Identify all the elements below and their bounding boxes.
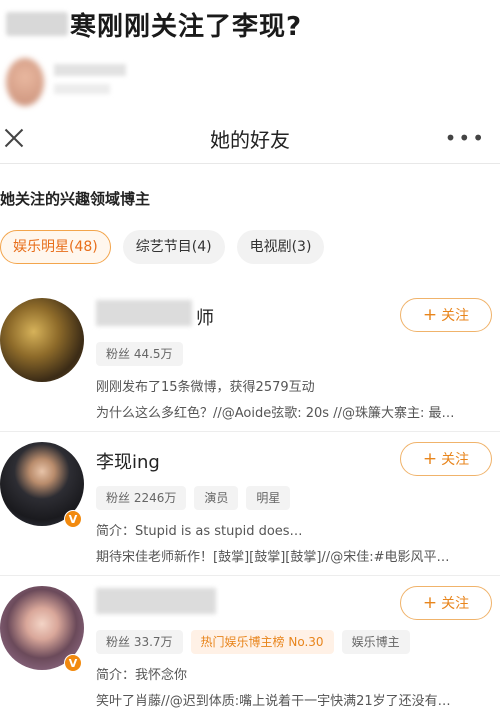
post-headline: 寒刚刚关注了李现?	[0, 0, 500, 48]
tag-label: 演员	[194, 486, 239, 510]
follow-button[interactable]: + 关注	[400, 298, 492, 332]
tag-label: 娱乐博主	[341, 630, 410, 654]
follow-button[interactable]: + 关注	[400, 442, 492, 476]
follow-button[interactable]: + 关注	[400, 586, 492, 620]
username-blurred	[96, 300, 192, 326]
plus-icon: +	[422, 593, 438, 613]
plus-icon: +	[422, 449, 438, 469]
activity-text: 刚刚发布了15条微博，获得2579互动	[96, 380, 315, 395]
category-tabs: 娱乐明星(48) 综艺节目(4) 电视剧(3)	[0, 230, 325, 270]
tab-variety-shows[interactable]: 综艺节目(4)	[122, 230, 225, 264]
latest-post-text[interactable]: 期待宋佳老师新作！[鼓掌][鼓掌][鼓掌]//@宋佳:#电影风平…	[96, 546, 486, 565]
navbar: 她的好友 •••	[0, 112, 500, 164]
friends-panel: 她的好友 ••• 她关注的兴趣领域博主 娱乐明星(48) 综艺节目(4) 电视剧…	[0, 112, 500, 712]
username[interactable]: 李现ing	[96, 448, 160, 474]
user-tags: 粉丝 44.5万	[96, 342, 183, 366]
headline-text: 寒刚刚关注了李现?	[70, 11, 303, 42]
user-tags: 粉丝 33.7万 热门娱乐博主榜 No.30 娱乐博主	[96, 630, 410, 654]
follower-count: 粉丝 33.7万	[96, 630, 183, 654]
tag-label: 明星	[246, 486, 291, 510]
list-item[interactable]: V 李现ing + 关注 粉丝 2246万 演员 明星 简介：Stupid is …	[0, 436, 500, 576]
username[interactable]: 师	[196, 304, 214, 330]
tab-entertainment-stars[interactable]: 娱乐明星(48)	[0, 230, 111, 264]
user-tags: 粉丝 2246万 演员 明星	[96, 486, 291, 510]
follow-label: 关注	[441, 452, 470, 468]
blurred-prefix	[6, 12, 68, 36]
plus-icon: +	[422, 305, 438, 325]
follow-label: 关注	[441, 596, 470, 612]
follower-count: 粉丝 44.5万	[96, 342, 183, 366]
latest-post-text[interactable]: 笑叶了肖藤//@迟到体质:嘴上说着干一宇快满21岁了还没有…	[96, 690, 486, 709]
username-suffix: 师	[196, 308, 214, 329]
list-item[interactable]: 师 + 关注 粉丝 44.5万 刚刚发布了15条微博，获得2579互动 为什么这么…	[0, 292, 500, 432]
ranking-badge[interactable]: 热门娱乐博主榜 No.30	[190, 630, 334, 654]
username-blurred	[96, 588, 216, 614]
latest-post-text[interactable]: 为什么这么多红色？//@Aoide弦歌: 20s //@珠簾大寨主: 最…	[96, 402, 486, 421]
bio-text: 简介：我怀念你	[96, 668, 188, 683]
list-item[interactable]: V + 关注 粉丝 33.7万 热门娱乐博主榜 No.30 娱乐博主 简介：我怀念…	[0, 580, 500, 712]
follower-count: 粉丝 2246万	[96, 486, 187, 510]
section-title: 她关注的兴趣领域博主	[0, 190, 151, 208]
author-name-blurred	[54, 64, 126, 76]
bio-text: 简介：Stupid is as stupid does…	[96, 524, 303, 539]
more-icon[interactable]: •••	[445, 126, 486, 150]
avatar[interactable]	[0, 298, 84, 382]
page-title: 她的好友	[210, 128, 290, 152]
post-author	[0, 50, 500, 112]
avatar[interactable]	[6, 58, 44, 106]
author-meta-blurred	[54, 84, 110, 94]
tab-tv-series[interactable]: 电视剧(3)	[236, 230, 325, 264]
verified-icon: V	[64, 654, 82, 672]
verified-icon: V	[64, 510, 82, 528]
follow-label: 关注	[441, 308, 470, 324]
